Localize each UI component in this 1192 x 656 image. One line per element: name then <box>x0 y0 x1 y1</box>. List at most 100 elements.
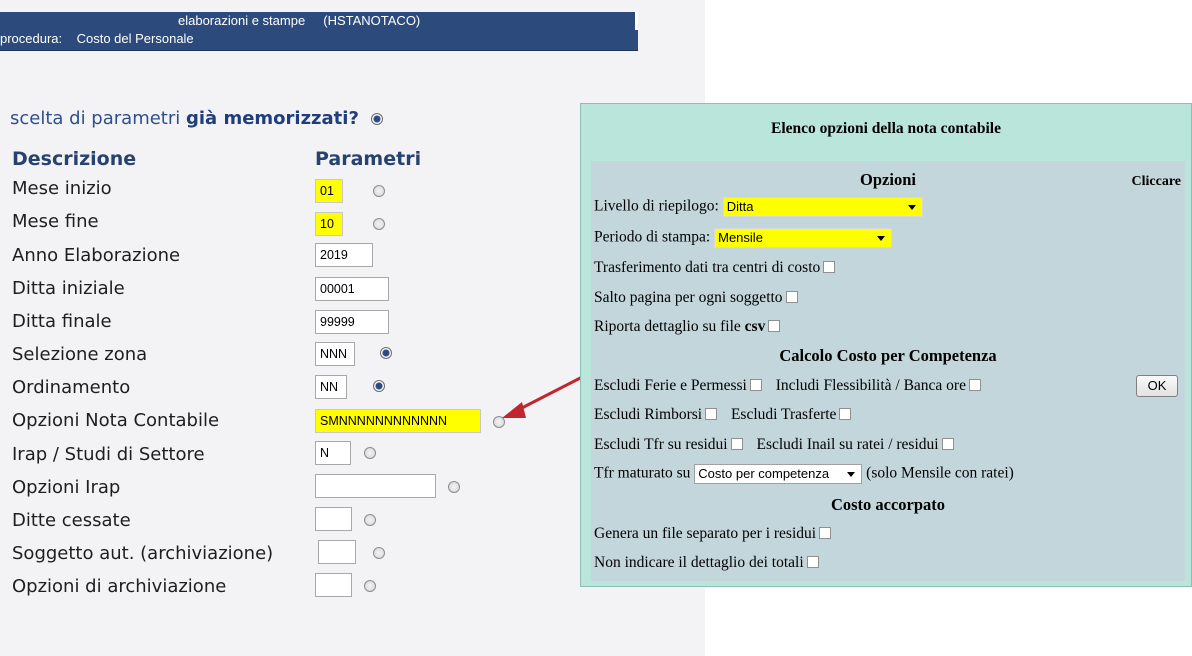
page-header: elaborazioni e stampe (HSTANOTACO) proce… <box>0 12 638 51</box>
soggetto-aut-radio[interactable] <box>373 547 385 559</box>
chevron-down-icon <box>847 472 856 477</box>
selezione-zona-input[interactable]: NNN <box>315 342 355 366</box>
irap-studi-input[interactable]: N <box>315 441 351 465</box>
periodo-row: Periodo di stampa: Mensile <box>594 228 893 248</box>
genera-row: Genera un file separato per i residui <box>594 525 832 543</box>
non-indicare-label: Non indicare il dettaglio dei totali <box>594 554 804 571</box>
mese-fine-radio[interactable] <box>373 218 385 230</box>
question-text: scelta di parametri <box>10 108 186 129</box>
salto-label: Salto pagina per ogni soggetto <box>594 289 783 306</box>
periodo-select-value: Mensile <box>718 230 763 245</box>
csv-label: csv <box>744 318 766 335</box>
selezione-zona-radio[interactable] <box>380 347 392 359</box>
trasferimento-label: Trasferimento dati tra centri di costo <box>594 259 821 276</box>
param-label-ditta-iniziale: Ditta iniziale <box>12 278 125 299</box>
non-indicare-checkbox[interactable] <box>806 556 819 568</box>
ditte-cessate-input[interactable] <box>315 507 352 531</box>
param-label-ordinamento: Ordinamento <box>12 377 131 398</box>
ditta-iniziale-input[interactable]: 00001 <box>315 277 389 301</box>
tfr-maturato-row: Tfr maturato su Costo per competenza (so… <box>594 464 1014 484</box>
dialog-body: Opzioni Cliccare Livello di riepilogo: D… <box>591 161 1185 581</box>
riporta-csv-checkbox[interactable] <box>768 320 781 332</box>
livello-row: Livello di riepilogo: Ditta <box>594 197 923 217</box>
param-label-opzioni-archiviazione: Opzioni di archiviazione <box>12 576 227 597</box>
escludi-inail-checkbox[interactable] <box>941 438 954 450</box>
mese-fine-input[interactable]: 10 <box>315 212 343 236</box>
chevron-down-icon <box>907 205 916 210</box>
riporta-label: Riporta dettaglio su file <box>594 318 745 335</box>
stored-params-radio[interactable] <box>370 113 383 125</box>
tfr-residui-row: Escludi Tfr su residui Escludi Inail su … <box>594 436 954 454</box>
ditta-finale-input[interactable]: 99999 <box>315 310 389 334</box>
stored-params-question: scelta di parametri già memorizzati? <box>10 108 383 129</box>
param-label-anno: Anno Elaborazione <box>12 245 181 266</box>
genera-label: Genera un file separato per i residui <box>594 525 817 542</box>
cliccare-label: Cliccare <box>1131 174 1182 189</box>
salto-row: Salto pagina per ogni soggetto <box>594 289 798 307</box>
mese-inizio-radio[interactable] <box>373 185 385 197</box>
escludi-inail-label: Escludi Inail su ratei / residui <box>756 436 939 453</box>
ordinamento-radio[interactable] <box>373 380 385 392</box>
param-label-opzioni-irap: Opzioni Irap <box>12 477 121 498</box>
escludi-rimborsi-checkbox[interactable] <box>705 408 718 420</box>
header-edge <box>635 12 638 30</box>
param-label-mese-inizio: Mese inizio <box>12 178 112 199</box>
livello-select-value: Ditta <box>726 199 754 214</box>
section-competenza: Calcolo Costo per Competenza <box>779 346 997 365</box>
header-title: elaborazioni e stampe (HSTANOTACO) <box>178 13 421 28</box>
includi-flessibilita-checkbox[interactable] <box>968 379 981 391</box>
opzioni-irap-radio[interactable] <box>448 481 460 493</box>
includi-flessibilita-label: Includi Flessibilità / Banca ore <box>775 377 966 394</box>
mese-inizio-input[interactable]: 01 <box>315 179 343 203</box>
tfr-maturato-select[interactable]: Costo per competenza <box>694 464 863 484</box>
trasferimento-checkbox[interactable] <box>823 261 836 273</box>
param-label-selezione-zona: Selezione zona <box>12 344 148 365</box>
dialog-title: Elenco opzioni della nota contabile <box>771 120 1001 137</box>
tfr-maturato-label: Tfr maturato su <box>594 464 691 482</box>
question-bold-text: già memorizzati? <box>185 108 359 129</box>
irap-studi-radio[interactable] <box>364 447 376 459</box>
trasferimento-row: Trasferimento dati tra centri di costo <box>594 259 836 277</box>
opzioni-nota-contabile-input[interactable]: SMNNNNNNNNNNNN <box>315 409 481 433</box>
tfr-note: (solo Mensile con ratei) <box>866 464 1014 482</box>
param-label-ditte-cessate: Ditte cessate <box>12 510 131 531</box>
section-accorpato: Costo accorpato <box>830 495 946 514</box>
rimborsi-row: Escludi Rimborsi Escludi Trasferte <box>594 406 852 424</box>
chevron-down-icon <box>877 236 886 241</box>
ok-button[interactable]: OK <box>1136 375 1178 397</box>
nota-contabile-options-dialog: Elenco opzioni della nota contabile Opzi… <box>580 103 1192 587</box>
non-indicare-row: Non indicare il dettaglio dei totali <box>594 554 819 572</box>
livello-label: Livello di riepilogo: <box>594 197 719 215</box>
parameters-header: Parametri <box>315 148 422 170</box>
param-label-ditta-finale: Ditta finale <box>12 311 112 332</box>
opzioni-archiviazione-input[interactable] <box>315 573 352 597</box>
param-label-mese-fine: Mese fine <box>12 211 99 232</box>
param-label-soggetto-aut: Soggetto aut. (archiviazione) <box>12 543 274 564</box>
riporta-row: Riporta dettaglio su file csv <box>594 318 781 336</box>
opzioni-irap-input[interactable] <box>315 474 436 498</box>
ordinamento-input[interactable]: NN <box>315 375 347 399</box>
ditte-cessate-radio[interactable] <box>364 514 376 526</box>
section-opzioni: Opzioni <box>860 170 916 189</box>
escludi-tfr-checkbox[interactable] <box>730 438 743 450</box>
escludi-ferie-checkbox[interactable] <box>749 379 762 391</box>
opzioni-archiviazione-radio[interactable] <box>364 580 376 592</box>
anno-elaborazione-input[interactable]: 2019 <box>315 243 373 267</box>
escludi-trasferte-checkbox[interactable] <box>839 408 852 420</box>
escludi-trasferte-label: Escludi Trasferte <box>730 406 837 423</box>
escludi-rimborsi-label: Escludi Rimborsi <box>594 406 703 423</box>
param-label-opzioni-nota: Opzioni Nota Contabile <box>12 410 220 431</box>
salto-pagina-checkbox[interactable] <box>785 291 798 303</box>
periodo-stampa-select[interactable]: Mensile <box>714 228 893 248</box>
genera-residui-checkbox[interactable] <box>819 527 832 539</box>
escludi-tfr-label: Escludi Tfr su residui <box>594 436 728 453</box>
ferie-row: Escludi Ferie e Permessi Includi Flessib… <box>594 377 981 395</box>
description-header: Descrizione <box>12 148 137 170</box>
periodo-label: Periodo di stampa: <box>594 228 711 246</box>
tfr-select-value: Costo per competenza <box>698 466 830 481</box>
param-label-irap-studi: Irap / Studi di Settore <box>12 444 205 465</box>
livello-riepilogo-select[interactable]: Ditta <box>722 197 923 217</box>
escludi-ferie-label: Escludi Ferie e Permessi <box>594 377 747 394</box>
header-procedure: procedura: Costo del Personale <box>0 31 194 46</box>
soggetto-aut-input[interactable] <box>318 540 356 564</box>
